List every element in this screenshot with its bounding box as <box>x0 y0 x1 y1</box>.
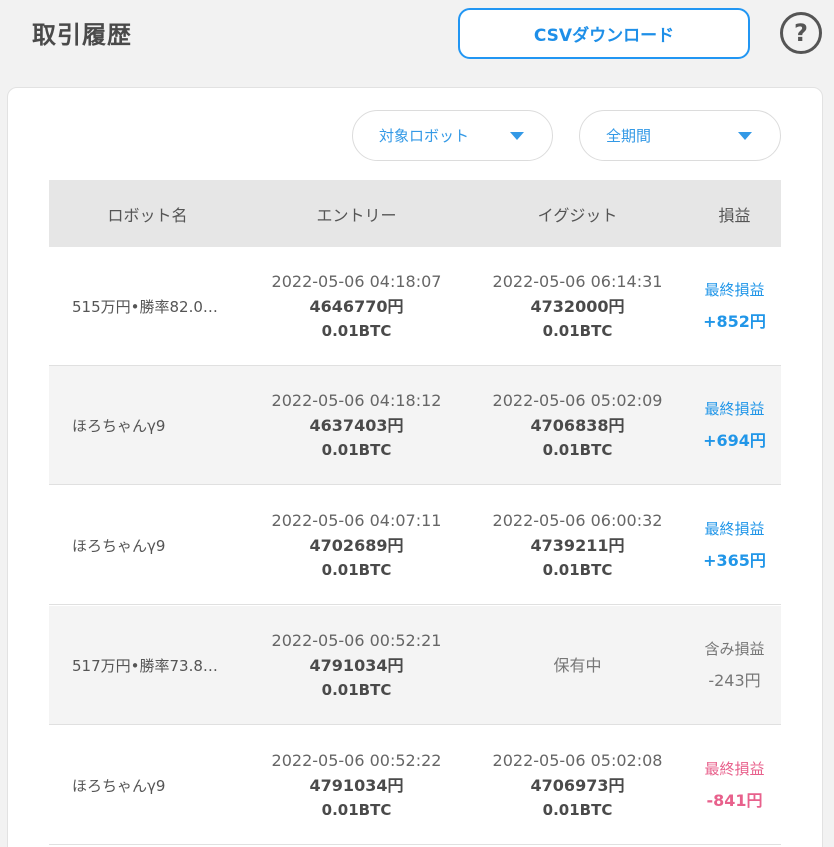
period-filter-label: 全期間 <box>606 127 652 145</box>
entry-datetime: 2022-05-06 00:52:21 <box>271 630 442 650</box>
entry-amount: 0.01BTC <box>321 800 392 819</box>
robot-filter-select[interactable]: 対象ロボット <box>352 110 553 161</box>
exit-amount: 0.01BTC <box>542 440 613 459</box>
pl-label: 最終損益 <box>704 760 765 778</box>
table-row[interactable]: ほろちゃんγ9 2022-05-06 04:18:12 4637403円 0.0… <box>49 366 781 485</box>
entry-price: 4646770円 <box>309 296 404 316</box>
entry-datetime: 2022-05-06 04:18:12 <box>271 390 442 410</box>
column-header-robot-name: ロボット名 <box>107 205 188 225</box>
robot-filter-label: 対象ロボット <box>379 127 470 145</box>
pl-cell: 含み損益 -243円 <box>688 633 781 697</box>
column-header-entry: エントリー <box>316 205 397 225</box>
table-row[interactable]: ほろちゃんγ9 2022-05-06 00:52:22 4791034円 0.0… <box>49 726 781 845</box>
exit-price: 4739211円 <box>530 535 625 555</box>
pl-value: +694円 <box>703 431 766 450</box>
exit-cell: 2022-05-06 06:00:32 4739211円 0.01BTC <box>467 508 688 583</box>
exit-cell: 2022-05-06 06:14:31 4732000円 0.01BTC <box>467 269 688 344</box>
entry-cell: 2022-05-06 04:18:12 4637403円 0.01BTC <box>246 388 467 463</box>
period-filter-select[interactable]: 全期間 <box>579 110 781 161</box>
entry-amount: 0.01BTC <box>321 680 392 699</box>
column-header-exit: イグジット <box>537 205 618 225</box>
csv-download-button[interactable]: CSVダウンロード <box>458 8 750 59</box>
entry-price: 4702689円 <box>309 535 404 555</box>
entry-amount: 0.01BTC <box>321 560 392 579</box>
entry-cell: 2022-05-06 00:52:22 4791034円 0.01BTC <box>246 748 467 823</box>
pl-cell: 最終損益 -841円 <box>688 753 781 817</box>
exit-datetime: 2022-05-06 06:00:32 <box>492 510 663 530</box>
pl-cell: 最終損益 +852円 <box>688 274 781 338</box>
pl-value: -841円 <box>706 791 763 810</box>
entry-cell: 2022-05-06 04:07:11 4702689円 0.01BTC <box>246 508 467 583</box>
exit-cell: 2022-05-06 05:02:08 4706973円 0.01BTC <box>467 748 688 823</box>
entry-amount: 0.01BTC <box>321 440 392 459</box>
pl-cell: 最終損益 +365円 <box>688 513 781 577</box>
pl-label: 含み損益 <box>704 640 765 658</box>
pl-value: +852円 <box>703 312 766 331</box>
entry-price: 4791034円 <box>309 655 404 675</box>
pl-value: +365円 <box>703 551 766 570</box>
robot-name: ほろちゃんγ9 <box>72 416 166 435</box>
exit-cell: 保有中 <box>467 653 688 678</box>
pl-cell: 最終損益 +694円 <box>688 393 781 457</box>
entry-cell: 2022-05-06 04:18:07 4646770円 0.01BTC <box>246 269 467 344</box>
exit-datetime: 2022-05-06 06:14:31 <box>492 271 663 291</box>
page-title: 取引履歴 <box>32 21 132 49</box>
exit-price: 4706838円 <box>530 415 625 435</box>
exit-price: 4732000円 <box>530 296 625 316</box>
pl-label: 最終損益 <box>704 520 765 538</box>
exit-amount: 0.01BTC <box>542 800 613 819</box>
entry-amount: 0.01BTC <box>321 321 392 340</box>
entry-price: 4637403円 <box>309 415 404 435</box>
robot-name: 517万円•勝率73.8… <box>72 656 218 675</box>
holding-status: 保有中 <box>553 655 602 675</box>
column-header-pl: 損益 <box>718 205 751 225</box>
exit-datetime: 2022-05-06 05:02:09 <box>492 390 663 410</box>
exit-cell: 2022-05-06 05:02:09 4706838円 0.01BTC <box>467 388 688 463</box>
entry-cell: 2022-05-06 00:52:21 4791034円 0.01BTC <box>246 628 467 703</box>
chevron-down-icon <box>738 131 752 140</box>
exit-amount: 0.01BTC <box>542 560 613 579</box>
entry-datetime: 2022-05-06 04:18:07 <box>271 271 442 291</box>
pl-label: 最終損益 <box>704 281 765 299</box>
table-header: ロボット名 エントリー イグジット 損益 <box>49 180 781 247</box>
question-circle-icon[interactable]: ? <box>780 12 822 54</box>
chevron-down-icon <box>510 131 524 140</box>
page-header: 取引履歴 CSVダウンロード ? <box>0 0 834 88</box>
robot-name: ほろちゃんγ9 <box>72 776 166 795</box>
pl-label: 最終損益 <box>704 400 765 418</box>
robot-name: 515万円•勝率82.0… <box>72 297 218 316</box>
entry-datetime: 2022-05-06 04:07:11 <box>271 510 442 530</box>
exit-datetime: 2022-05-06 05:02:08 <box>492 750 663 770</box>
table-row[interactable]: 517万円•勝率73.8… 2022-05-06 00:52:21 479103… <box>49 606 781 725</box>
exit-price: 4706973円 <box>530 775 625 795</box>
entry-datetime: 2022-05-06 00:52:22 <box>271 750 442 770</box>
table-row[interactable]: 515万円•勝率82.0… 2022-05-06 04:18:07 464677… <box>49 247 781 366</box>
robot-name: ほろちゃんγ9 <box>72 536 166 555</box>
pl-value: -243円 <box>708 671 761 690</box>
entry-price: 4791034円 <box>309 775 404 795</box>
table-row[interactable]: ほろちゃんγ9 2022-05-06 04:07:11 4702689円 0.0… <box>49 486 781 605</box>
exit-amount: 0.01BTC <box>542 321 613 340</box>
